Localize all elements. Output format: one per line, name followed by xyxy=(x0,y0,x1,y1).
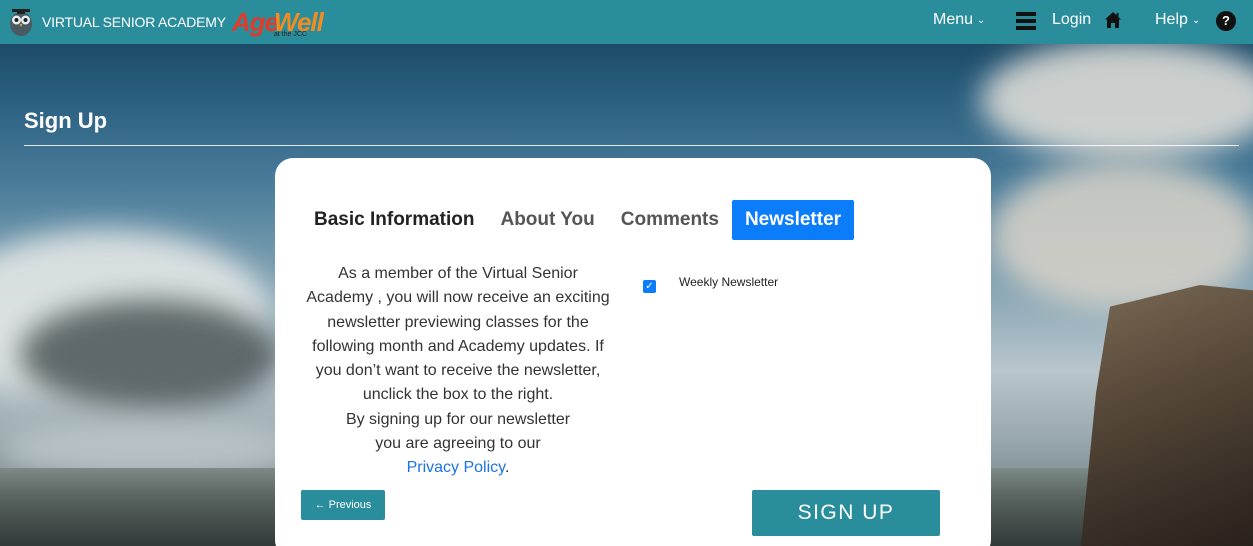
tab-newsletter[interactable]: Newsletter xyxy=(731,200,855,240)
weekly-newsletter-label: Weekly Newsletter xyxy=(679,274,779,289)
privacy-period: . xyxy=(504,459,510,477)
brand-logo[interactable]: VIRTUAL SENIOR ACADEMY Age Well at the J… xyxy=(6,6,324,38)
description-line: you are agreeing to our xyxy=(375,435,541,453)
tab-basic-information[interactable]: Basic Information xyxy=(305,200,487,240)
description-line: As a member of the Virtual Senior xyxy=(338,265,578,282)
chevron-down-icon: ⌄ xyxy=(977,14,986,26)
page-title: Sign Up xyxy=(24,108,108,133)
home-icon[interactable] xyxy=(1104,11,1122,29)
brand-name: VIRTUAL SENIOR ACADEMY xyxy=(42,14,226,30)
owl-logo-icon xyxy=(6,6,36,38)
logo-age-text: Age xyxy=(231,7,279,37)
cloud xyxy=(20,300,280,410)
description-line: unclick the box to the right. xyxy=(362,386,554,404)
weekly-newsletter-checkbox[interactable]: ✓ xyxy=(643,280,656,293)
signup-card: Basic Information About You Comments New… xyxy=(275,158,991,546)
tab-about-you[interactable]: About You xyxy=(487,200,607,240)
privacy-line: Privacy Policy. xyxy=(295,456,621,480)
description-line: you don’t want to receive the newsletter… xyxy=(315,362,601,380)
login-link[interactable]: Login xyxy=(1052,11,1091,29)
signup-tabs: Basic Information About You Comments New… xyxy=(305,200,855,240)
description-line: Academy , you will now receive an exciti… xyxy=(306,289,610,307)
login-label: Login xyxy=(1052,11,1092,28)
menu-label: Menu xyxy=(933,11,974,28)
question-mark-icon[interactable]: ? xyxy=(1216,11,1236,31)
description-line: following month and Academy updates. If xyxy=(312,337,604,355)
chevron-down-icon: ⌄ xyxy=(1191,14,1201,26)
logo-subtitle: at the JCC xyxy=(273,31,307,38)
agewell-logo: Age Well at the JCC xyxy=(231,6,324,38)
privacy-policy-link[interactable]: Privacy Policy xyxy=(407,459,505,476)
description-line: newsletter previewing classes for the xyxy=(327,313,589,331)
previous-button[interactable]: ← Previous xyxy=(301,490,385,520)
help-label: Help xyxy=(1155,11,1188,28)
help-dropdown[interactable]: Help ⌄ xyxy=(1155,11,1200,29)
newsletter-description: As a member of the Virtual Senior Academ… xyxy=(295,262,621,481)
description-line: By signing up for our newsletter xyxy=(345,410,571,428)
sign-up-button[interactable]: SIGN UP xyxy=(752,490,940,536)
top-navbar: VIRTUAL SENIOR ACADEMY Age Well at the J… xyxy=(0,0,1253,44)
hamburger-menu-icon[interactable] xyxy=(1016,12,1036,30)
title-divider xyxy=(24,145,1239,146)
tab-comments[interactable]: Comments xyxy=(608,200,732,240)
menu-dropdown[interactable]: Menu ⌄ xyxy=(933,11,985,29)
weekly-newsletter-option: ✓ Weekly Newsletter xyxy=(643,270,778,293)
